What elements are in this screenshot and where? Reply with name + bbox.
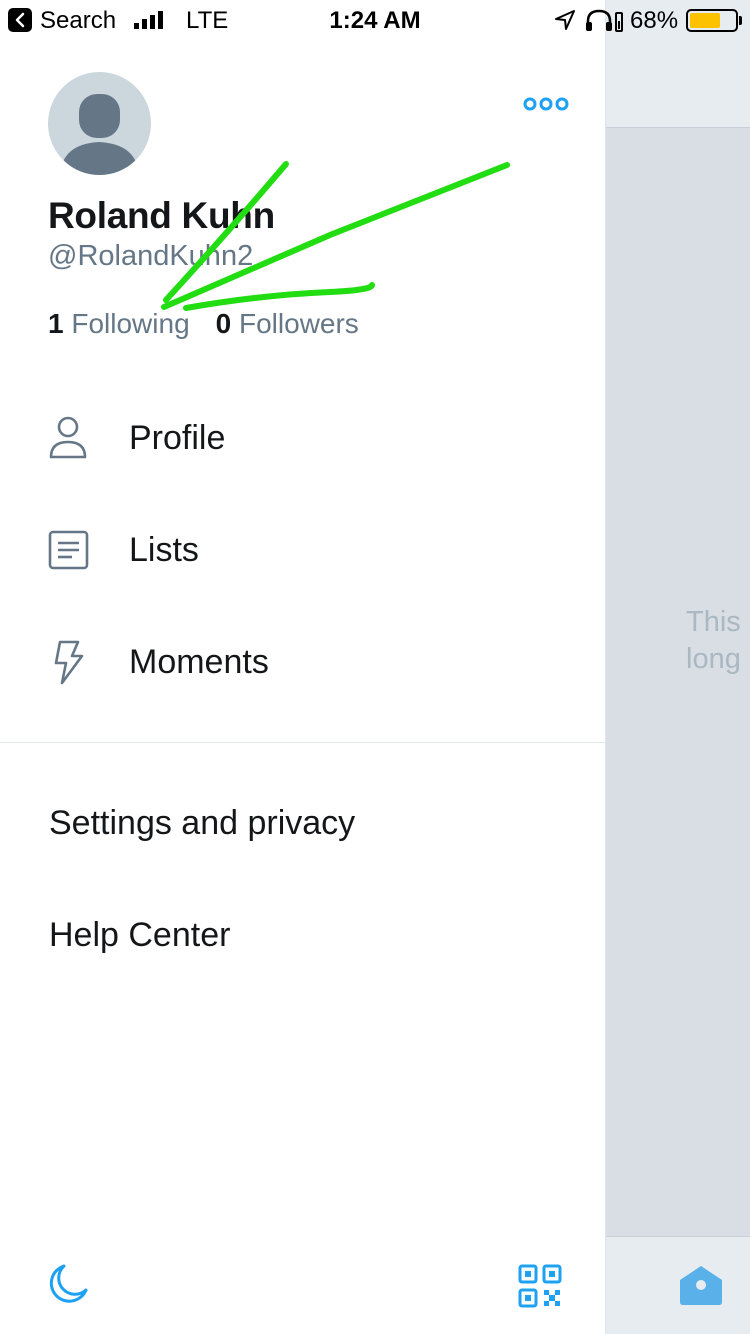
headphones-icon xyxy=(586,9,623,32)
battery-icon xyxy=(686,9,738,32)
battery-level xyxy=(690,13,720,28)
menu-item-lists[interactable]: Lists xyxy=(0,505,606,595)
moon-icon[interactable] xyxy=(46,1262,90,1306)
menu-label-lists: Lists xyxy=(129,531,199,569)
qr-code-icon[interactable] xyxy=(518,1264,562,1308)
home-icon[interactable] xyxy=(678,1264,724,1306)
menu-item-profile[interactable]: Profile xyxy=(0,393,606,483)
profile-name[interactable]: Roland Kuhn xyxy=(48,195,275,237)
menu-item-moments[interactable]: Moments xyxy=(0,617,606,707)
lightning-icon xyxy=(48,639,90,685)
side-drawer: Roland Kuhn @RolandKuhn2 1 Following 0 Fo… xyxy=(0,0,606,1334)
followers-link[interactable]: 0 Followers xyxy=(216,308,359,339)
location-arrow-icon xyxy=(555,10,575,30)
empty-text-line-1: This xyxy=(686,606,741,638)
follow-counts: 1 Following 0 Followers xyxy=(48,308,359,340)
status-bar: Search LTE 1:24 AM 68% xyxy=(0,0,750,40)
menu-divider xyxy=(0,742,606,743)
more-options-icon[interactable] xyxy=(522,95,570,113)
menu-item-settings-privacy[interactable]: Settings and privacy xyxy=(49,804,355,843)
menu-item-help-center[interactable]: Help Center xyxy=(49,916,230,955)
followers-label: Followers xyxy=(239,308,359,339)
avatar[interactable] xyxy=(48,72,151,175)
list-icon xyxy=(48,527,90,573)
followers-count: 0 xyxy=(215,308,232,339)
following-count: 1 xyxy=(48,308,64,339)
empty-text-line-2: long xyxy=(686,643,741,675)
battery-tip xyxy=(739,16,742,25)
timeline-empty-text: This long xyxy=(686,604,750,678)
following-link[interactable]: 1 Following xyxy=(48,308,190,339)
battery-percent: 68% xyxy=(630,7,679,34)
following-label: Following xyxy=(71,308,190,339)
menu-label-moments: Moments xyxy=(129,643,269,681)
menu-label-profile: Profile xyxy=(129,419,226,457)
profile-handle: @RolandKuhn2 xyxy=(48,240,254,272)
person-icon xyxy=(48,415,90,461)
